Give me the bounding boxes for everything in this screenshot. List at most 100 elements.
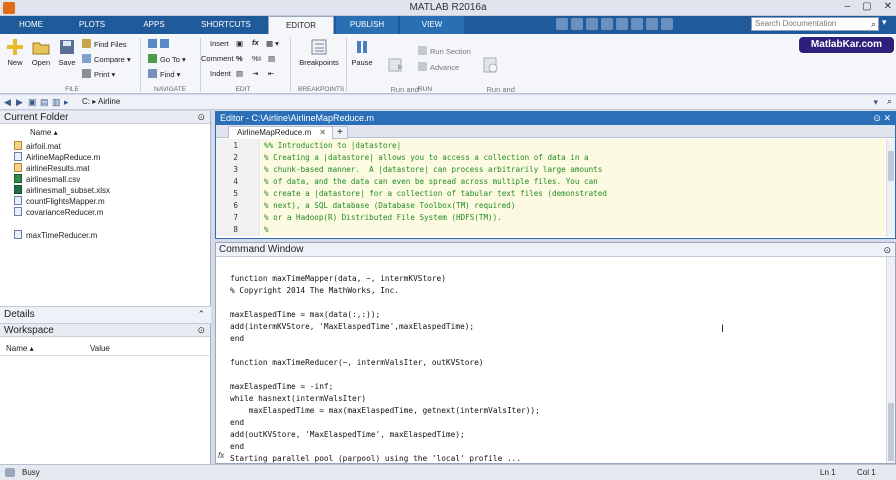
find-button[interactable]: Find ▾ [148,69,180,79]
redo-quick-icon[interactable] [631,18,643,30]
browse-folder-icon[interactable]: ▤ [40,97,49,108]
file-name: airlinesmall_subset.xlsx [26,186,111,195]
breadcrumb-drive[interactable]: C: [82,97,90,106]
new-tab-button[interactable]: + [332,126,348,139]
new-button[interactable]: New [4,38,26,67]
function-browser-prompt-icon[interactable]: fx [218,451,224,460]
details-panel[interactable]: Details ⌃ [0,306,211,324]
comment-percent-icon[interactable]: % [236,54,243,64]
cut-quick-icon[interactable] [571,18,583,30]
breakpoints-button[interactable]: Breakpoints [298,38,340,67]
advance-button[interactable]: Advance [418,62,459,72]
code-area[interactable]: 1 %% Introduction to |datastore| 2 % Creat… [216,139,886,236]
go-back-forward-buttons[interactable] [148,39,172,49]
file-item[interactable]: maxTimeReducer.m [14,230,97,241]
breadcrumb[interactable]: C: ▸ Airline [82,97,120,106]
help-menu-icon[interactable]: ▾ [882,17,887,28]
file-item[interactable]: AirlineMapReduce.m [14,152,100,163]
file-item[interactable]: airlineResults.mat [14,163,90,174]
details-header[interactable]: Details ⌃ [0,308,210,321]
breadcrumb-folder[interactable]: Airline [98,97,120,106]
workspace-value-column[interactable]: Value [90,344,110,353]
file-item[interactable]: airlinesmall.csv [14,174,80,185]
search-icon[interactable]: ⌕ [871,19,876,30]
smart-indent-icon[interactable]: ▤ [236,69,243,79]
back-arrow-icon [148,39,157,48]
panel-actions-icon[interactable]: ⊙ [197,111,205,124]
tab-home[interactable]: HOME [4,16,58,34]
tab-apps[interactable]: APPS [126,16,182,34]
print-button[interactable]: Print ▾ [82,69,115,79]
details-expand-icon[interactable]: ⌃ [197,308,205,321]
increase-indent-icon[interactable]: ⇥ [252,69,258,79]
output-line: % Copyright 2014 The MathWorks, Inc. [230,286,399,295]
editor-file-tab[interactable]: AirlineMapReduce.m ✕ [228,126,335,138]
address-dropdown-icon[interactable]: ▾ [873,97,878,108]
file-item[interactable]: covarianceReducer.m [14,207,103,218]
command-scroll-thumb[interactable] [888,403,894,461]
current-folder-panel: Current Folder ⊙ Name ▴ airfoil.mat Airl… [0,111,211,306]
forward-icon[interactable]: ▶ [16,97,23,108]
help-quick-icon[interactable] [661,18,673,30]
folder-search-icon[interactable]: ⌕ [887,96,892,107]
editor-actions-icon[interactable]: ⊙ ✕ [873,112,891,125]
uncomment-icon[interactable]: %ᵡ [252,54,261,64]
tab-editor[interactable]: EDITOR [268,16,334,34]
tab-view[interactable]: VIEW [400,16,464,34]
run-group-label: RUN [417,86,433,93]
switch-windows-icon[interactable] [646,18,658,30]
insert-button[interactable]: Insert [210,39,229,49]
editor-scrollbar[interactable] [886,139,895,237]
command-window-actions-icon[interactable]: ⊙ [883,243,891,257]
editor-scroll-thumb[interactable] [888,151,894,181]
insert-dropdown-icon[interactable]: ▦ ▾ [266,39,279,49]
workspace-name-column[interactable]: Name ▴ [6,344,34,353]
pause-button[interactable]: Pause [350,38,374,67]
close-tab-icon[interactable]: ✕ [319,128,326,137]
back-icon[interactable]: ◀ [4,97,11,108]
folder-icon[interactable]: ▥ [52,97,61,108]
decrease-indent-icon[interactable]: ⇤ [268,69,274,79]
tab-shortcuts[interactable]: SHORTCUTS [186,16,266,34]
name-column-header[interactable]: Name ▴ [30,128,58,137]
save-button[interactable]: Save [56,38,78,67]
file-item[interactable]: countFlightsMapper.m [14,196,105,207]
mat-file-icon [14,163,22,172]
save-quick-icon[interactable] [556,18,568,30]
output-line: while hasnext(intermValsIter) [230,394,367,403]
maximize-button[interactable]: ▢ [862,1,871,12]
command-window-scrollbar[interactable] [886,257,895,463]
go-to-button[interactable]: Go To ▾ [148,54,186,64]
output-line: end [230,334,245,343]
open-label: Open [31,58,51,67]
indent-label: Indent [210,69,231,78]
paste-quick-icon[interactable] [601,18,613,30]
compare-button[interactable]: Compare ▾ [82,54,131,64]
insert-cell-icon[interactable]: ▣ [236,39,243,49]
file-name: covarianceReducer.m [26,208,104,217]
insert-function-button[interactable]: fx [252,38,259,48]
copy-quick-icon[interactable] [586,18,598,30]
tab-plots[interactable]: PLOTS [62,16,122,34]
output-line: maxElaspedTime = max(data(:,:)); [230,310,381,319]
wrap-comments-icon[interactable]: ▤ [268,54,275,64]
find-icon [148,69,157,78]
tab-publish[interactable]: PUBLISH [336,16,398,34]
file-item[interactable]: airfoil.mat [14,141,61,152]
comment-button[interactable]: Comment [201,54,234,64]
run-section-button[interactable]: Run Section [418,46,471,56]
minimize-button[interactable]: – [845,1,851,12]
editor-title-bar: Editor - C:\Airline\AirlineMapReduce.m ⊙… [216,112,895,125]
line-number: 6 [233,201,238,210]
code-text: % Creating a |datastore| allows you to a… [264,152,589,164]
up-folder-icon[interactable]: ▣ [28,97,37,108]
pause-label: Pause [351,58,373,67]
close-button[interactable]: ✕ [884,1,892,12]
find-files-button[interactable]: Find Files [82,39,127,49]
undo-quick-icon[interactable] [616,18,628,30]
indent-button[interactable]: Indent [210,69,231,79]
open-button[interactable]: Open [29,38,53,67]
workspace-actions-icon[interactable]: ⊙ [197,324,205,337]
search-documentation-input[interactable]: Search Documentation ⌕ [751,17,879,31]
file-item[interactable]: airlinesmall_subset.xlsx [14,185,110,196]
